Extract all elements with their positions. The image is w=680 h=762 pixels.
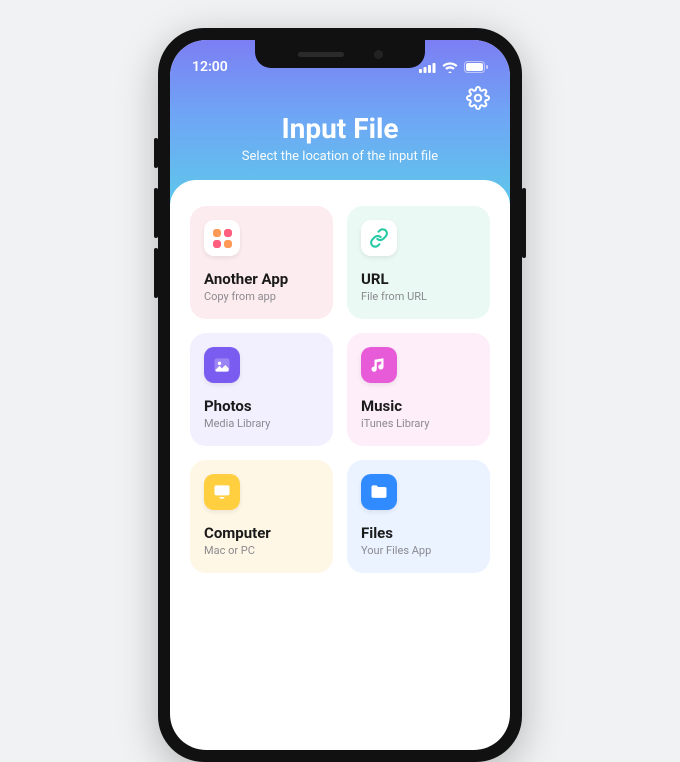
phone-side-button: [154, 138, 158, 168]
option-files[interactable]: Files Your Files App: [347, 460, 490, 573]
settings-button[interactable]: [466, 86, 490, 110]
wifi-icon: [442, 62, 458, 73]
page-title: Input File: [170, 112, 510, 145]
status-time: 12:00: [192, 59, 228, 75]
card-subtitle: File from URL: [361, 290, 476, 303]
signal-icon: [419, 62, 436, 73]
option-photos[interactable]: Photos Media Library: [190, 333, 333, 446]
page-subtitle: Select the location of the input file: [170, 149, 510, 164]
card-subtitle: Copy from app: [204, 290, 319, 303]
battery-icon: [464, 61, 488, 73]
photo-icon: [204, 347, 240, 383]
card-subtitle: Your Files App: [361, 544, 476, 557]
gear-icon: [466, 86, 490, 110]
option-another-app[interactable]: Another App Copy from app: [190, 206, 333, 319]
options-grid: Another App Copy from app URL File from …: [190, 206, 490, 573]
phone-side-button: [154, 248, 158, 298]
card-title: Music: [361, 397, 476, 415]
card-title: Photos: [204, 397, 319, 415]
phone-side-button: [522, 188, 526, 258]
monitor-icon: [204, 474, 240, 510]
link-icon: [361, 220, 397, 256]
card-title: Files: [361, 524, 476, 542]
card-subtitle: iTunes Library: [361, 417, 476, 430]
options-sheet: Another App Copy from app URL File from …: [170, 180, 510, 593]
card-title: URL: [361, 270, 476, 288]
card-subtitle: Mac or PC: [204, 544, 319, 557]
phone-notch: [255, 40, 425, 68]
card-title: Another App: [204, 270, 319, 288]
music-note-icon: [361, 347, 397, 383]
option-music[interactable]: Music iTunes Library: [347, 333, 490, 446]
option-computer[interactable]: Computer Mac or PC: [190, 460, 333, 573]
folder-icon: [361, 474, 397, 510]
status-icons: [419, 61, 488, 73]
phone-frame: 12:00 Input File Select the location of …: [158, 28, 522, 762]
apps-grid-icon: [204, 220, 240, 256]
phone-side-button: [154, 188, 158, 238]
option-url[interactable]: URL File from URL: [347, 206, 490, 319]
phone-screen: 12:00 Input File Select the location of …: [170, 40, 510, 750]
card-title: Computer: [204, 524, 319, 542]
card-subtitle: Media Library: [204, 417, 319, 430]
